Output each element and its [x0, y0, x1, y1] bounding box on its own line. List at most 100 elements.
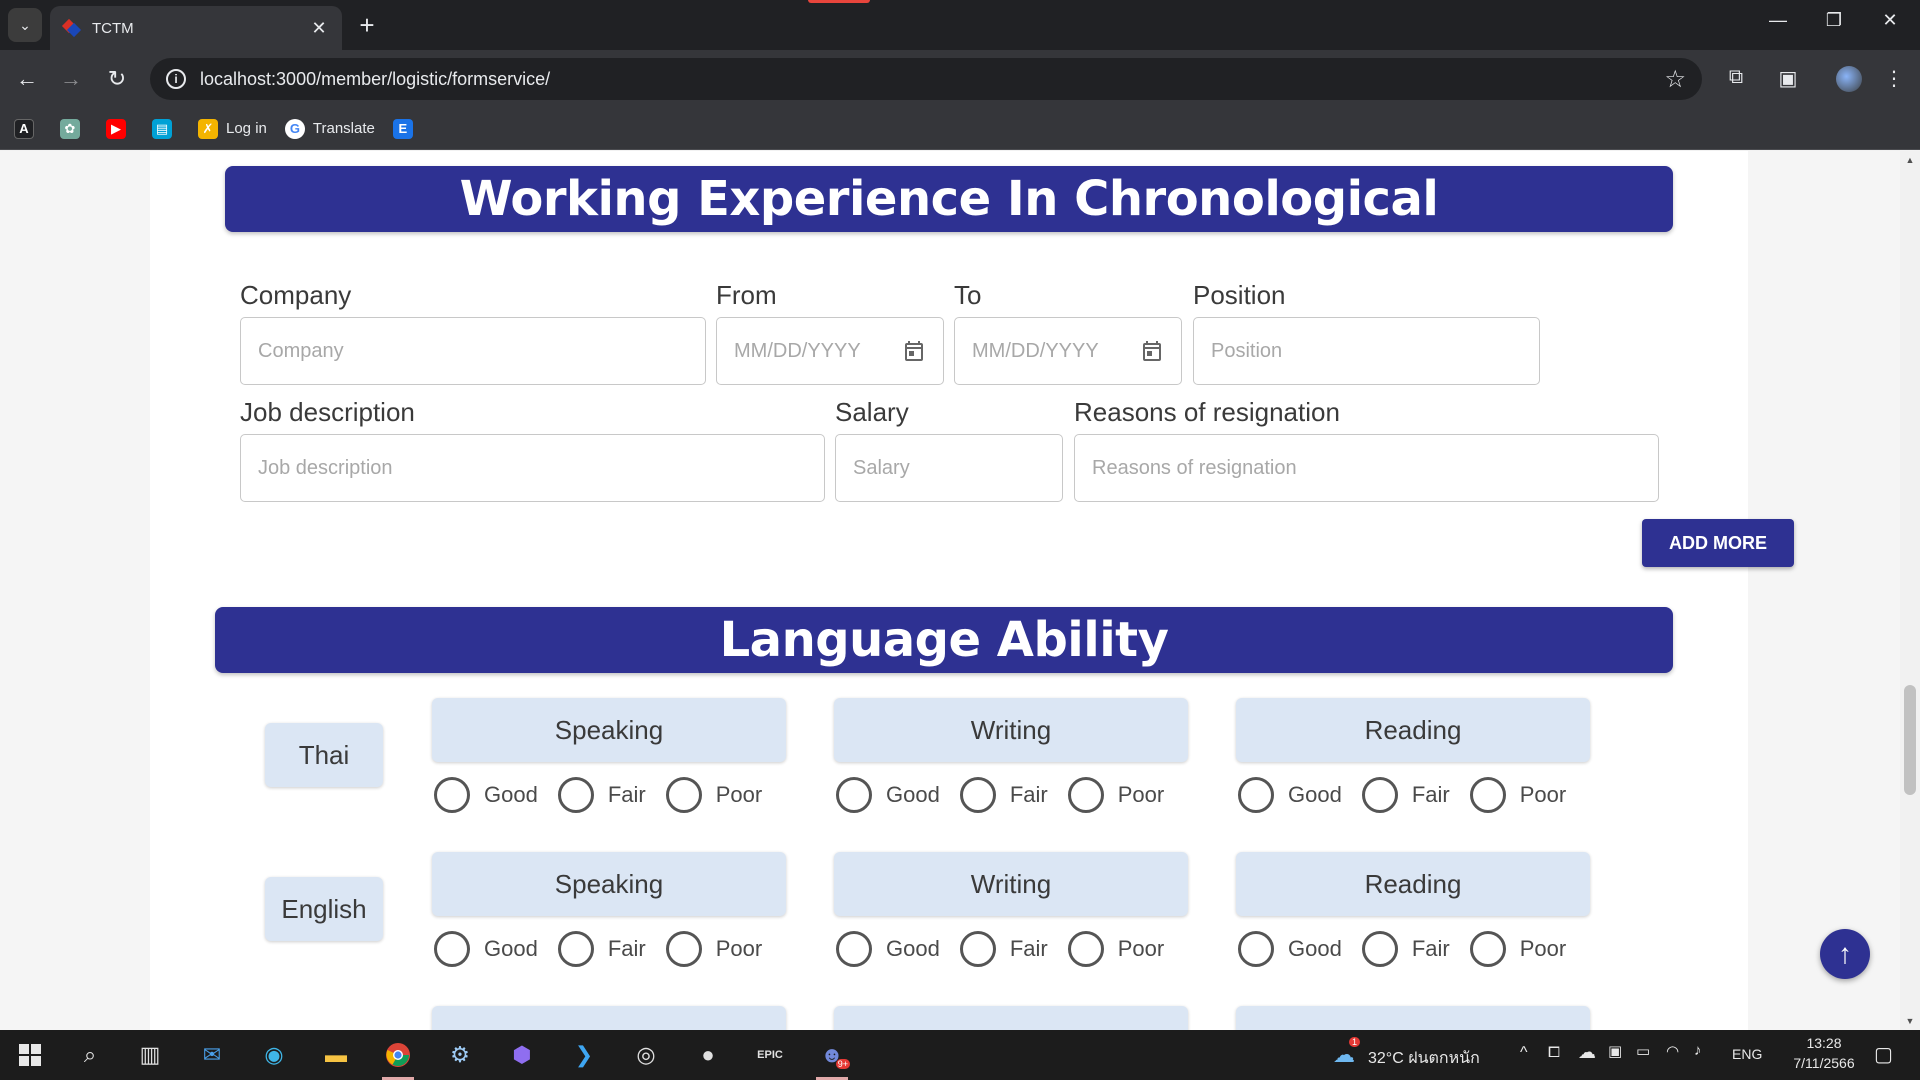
bookmark-translate[interactable]: G Translate	[284, 118, 375, 139]
windows-start-icon[interactable]	[12, 1039, 48, 1071]
chrome-menu-icon[interactable]: ⋮	[1880, 66, 1908, 91]
calendar-icon[interactable]	[1140, 339, 1164, 363]
scroll-to-top-button[interactable]: ↑	[1820, 929, 1870, 979]
discord-icon[interactable]: ☻ 9+	[814, 1039, 850, 1080]
bookmark-bilibili[interactable]: ▤	[152, 118, 180, 139]
reload-icon[interactable]: ↻	[102, 64, 132, 94]
back-icon[interactable]: ←	[12, 64, 42, 94]
calendar-icon[interactable]	[902, 339, 926, 363]
bookmark-star-icon[interactable]: ☆	[1664, 65, 1686, 94]
radio-good[interactable]: Good	[434, 777, 538, 813]
radio-good[interactable]: Good	[836, 777, 940, 813]
reasons-input[interactable]	[1074, 434, 1659, 502]
radio-circle[interactable]	[557, 777, 594, 813]
chrome-icon[interactable]	[380, 1039, 416, 1080]
bookmark-a[interactable]: A	[14, 118, 42, 139]
clock-time[interactable]: 13:28	[1792, 1035, 1856, 1051]
radio-poor[interactable]: Poor	[1067, 931, 1164, 967]
tray-overflow-icon[interactable]: ^	[1520, 1044, 1528, 1062]
radio-fair[interactable]: Fair	[557, 931, 646, 967]
search-icon[interactable]: ⌕	[72, 1039, 108, 1071]
job-description-input[interactable]	[240, 434, 825, 502]
meet-now-icon[interactable]: ⧠	[1548, 1044, 1560, 1061]
radio-fair[interactable]: Fair	[1361, 931, 1450, 967]
bookmark-youtube[interactable]: ▶	[106, 118, 134, 139]
battery-icon[interactable]: ▭	[1636, 1042, 1650, 1060]
from-date-input[interactable]: MM/DD/YYYY	[716, 317, 944, 385]
input-language[interactable]: ENG	[1732, 1046, 1762, 1062]
radio-circle[interactable]	[1067, 777, 1104, 813]
radio-poor[interactable]: Poor	[665, 777, 762, 813]
radio-good[interactable]: Good	[1238, 931, 1342, 967]
radio-circle[interactable]	[1361, 931, 1398, 967]
radio-circle[interactable]	[1238, 777, 1274, 813]
radio-circle[interactable]	[836, 777, 872, 813]
radio-good[interactable]: Good	[434, 931, 538, 967]
scroll-down-arrow-icon[interactable]: ▼	[1900, 1016, 1920, 1026]
radio-circle[interactable]	[1469, 777, 1506, 813]
app-hexagon-icon[interactable]: ⬢	[504, 1039, 540, 1071]
steam-icon[interactable]: ⚙	[442, 1039, 478, 1071]
radio-fair[interactable]: Fair	[959, 931, 1048, 967]
tab-close-icon[interactable]: ✕	[308, 18, 330, 39]
wifi-icon[interactable]: ◠	[1666, 1042, 1679, 1060]
browser-tab[interactable]: TCTM ✕	[50, 6, 342, 50]
security-icon[interactable]: ▣	[1608, 1042, 1622, 1060]
radio-poor[interactable]: Poor	[1469, 777, 1566, 813]
radio-fair[interactable]: Fair	[1361, 777, 1450, 813]
notification-icon[interactable]: ▢	[1874, 1042, 1893, 1067]
weather-text[interactable]: 32°C ฝนตกหนัก	[1368, 1046, 1480, 1071]
radio-circle[interactable]	[665, 777, 702, 813]
radio-circle[interactable]	[1361, 777, 1398, 813]
vscode-icon[interactable]: ❯	[566, 1039, 602, 1071]
radio-circle[interactable]	[434, 931, 470, 967]
address-bar[interactable]: i localhost:3000/member/logistic/formser…	[150, 58, 1702, 100]
radio-circle[interactable]	[836, 931, 872, 967]
radio-circle[interactable]	[434, 777, 470, 813]
mail-icon[interactable]: ✉	[194, 1039, 230, 1071]
radio-circle[interactable]	[665, 931, 702, 967]
bookmark-chatgpt[interactable]: ✿	[60, 118, 88, 139]
minimize-icon[interactable]: —	[1758, 10, 1798, 31]
salary-input[interactable]	[835, 434, 1063, 502]
site-info-icon[interactable]: i	[166, 69, 186, 89]
task-view-icon[interactable]: ▥	[132, 1039, 168, 1071]
radio-fair[interactable]: Fair	[557, 777, 646, 813]
file-explorer-icon[interactable]: ▬	[318, 1039, 354, 1071]
tab-search-icon[interactable]: ⌄	[8, 8, 42, 42]
position-input[interactable]	[1193, 317, 1540, 385]
radio-circle[interactable]	[557, 931, 594, 967]
extensions-icon[interactable]: ⧉	[1722, 66, 1750, 89]
radio-good[interactable]: Good	[1238, 777, 1342, 813]
weather-icon[interactable]: ☁ 1	[1326, 1037, 1362, 1071]
obs-icon[interactable]: ◎	[628, 1039, 664, 1071]
url-text[interactable]: localhost:3000/member/logistic/formservi…	[200, 69, 1664, 90]
to-date-input[interactable]: MM/DD/YYYY	[954, 317, 1182, 385]
radio-poor[interactable]: Poor	[1067, 777, 1164, 813]
radio-circle[interactable]	[1067, 931, 1104, 967]
add-more-button[interactable]: ADD MORE	[1642, 519, 1794, 567]
onedrive-icon[interactable]: ☁	[1578, 1042, 1596, 1063]
radio-circle[interactable]	[959, 777, 996, 813]
github-icon[interactable]: ●	[690, 1039, 726, 1071]
radio-circle[interactable]	[959, 931, 996, 967]
page-scrollbar[interactable]: ▲ ▼	[1900, 151, 1920, 1030]
epic-games-icon[interactable]: EPIC	[752, 1039, 788, 1071]
company-input[interactable]	[240, 317, 706, 385]
bookmark-login[interactable]: ✗ Log in	[198, 118, 267, 139]
scrollbar-thumb[interactable]	[1904, 685, 1916, 795]
close-window-icon[interactable]: ✕	[1870, 10, 1910, 31]
scroll-up-arrow-icon[interactable]: ▲	[1900, 155, 1920, 165]
forward-icon[interactable]: →	[56, 64, 86, 94]
profile-avatar[interactable]	[1836, 66, 1862, 92]
edge-icon[interactable]: ◉	[256, 1039, 292, 1071]
radio-poor[interactable]: Poor	[1469, 931, 1566, 967]
new-tab-icon[interactable]: +	[352, 10, 382, 40]
volume-icon[interactable]: ♪	[1694, 1042, 1702, 1059]
radio-circle[interactable]	[1238, 931, 1274, 967]
radio-circle[interactable]	[1469, 931, 1506, 967]
side-panel-icon[interactable]: ▣	[1774, 66, 1802, 91]
clock-date[interactable]: 7/11/2566	[1786, 1055, 1862, 1071]
radio-good[interactable]: Good	[836, 931, 940, 967]
radio-poor[interactable]: Poor	[665, 931, 762, 967]
